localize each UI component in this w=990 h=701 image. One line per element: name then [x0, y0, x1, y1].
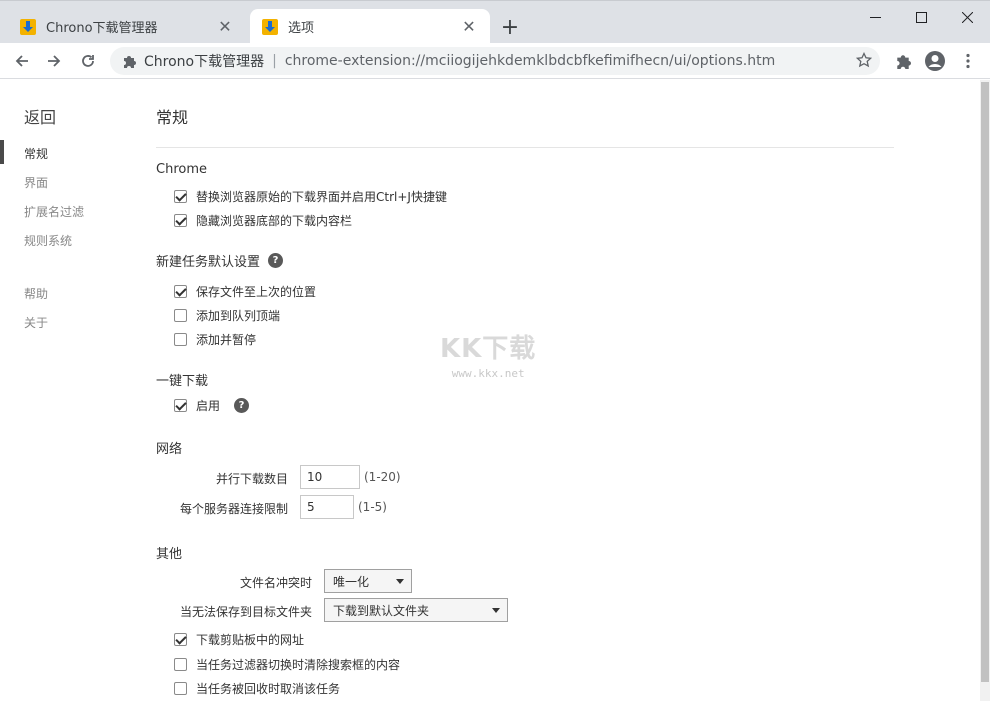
parallel-downloads-input[interactable]: [300, 465, 360, 489]
option-label: 隐藏浏览器底部的下载内容栏: [196, 214, 353, 228]
checkbox[interactable]: [174, 214, 187, 227]
checkbox[interactable]: [174, 399, 187, 412]
option-label: 添加并暂停: [196, 333, 257, 347]
help-icon[interactable]: ?: [268, 253, 284, 268]
parallel-downloads-label: 并行下载数目: [215, 472, 288, 486]
checkbox[interactable]: [174, 309, 187, 322]
filename-conflict-label: 文件名冲突时: [239, 576, 312, 590]
section-title: 新建任务默认设置: [156, 255, 261, 270]
site-label: Chrono下载管理器: [144, 54, 265, 70]
profile-avatar-icon[interactable]: [923, 49, 947, 73]
tab-title: 选项: [288, 21, 315, 36]
option-hide-download-shelf[interactable]: 隐藏浏览器底部的下载内容栏: [174, 212, 352, 229]
chevron-down-icon: [396, 579, 404, 584]
per-server-limit-input[interactable]: [300, 495, 354, 519]
divider: [156, 147, 894, 148]
section-title: 网络: [156, 442, 183, 457]
address-bar[interactable]: Chrono下载管理器 | chrome-extension://mciiogi…: [110, 47, 880, 75]
option-clear-search-on-filter[interactable]: 当任务过滤器切换时清除搜索框的内容: [174, 656, 400, 673]
url-text: chrome-extension://mciiogijehkdemklbdcbf…: [284, 53, 776, 69]
checkbox[interactable]: [174, 190, 187, 203]
sidebar-item-rules[interactable]: 规则系统: [24, 232, 72, 249]
back-arrow-icon[interactable]: [10, 49, 34, 73]
sidebar-item-help[interactable]: 帮助: [24, 285, 48, 302]
active-indicator: [0, 140, 4, 164]
per-server-range: (1-5): [358, 500, 387, 514]
checkbox[interactable]: [174, 682, 187, 695]
section-chrome-heading: Chrome: [156, 162, 207, 177]
close-icon[interactable]: ✕: [460, 17, 478, 36]
window-close-button[interactable]: [944, 1, 990, 33]
sidebar-item-extension-filter[interactable]: 扩展名过滤: [24, 203, 84, 220]
option-label: 添加到队列顶端: [196, 309, 281, 323]
chevron-down-icon: [492, 608, 500, 613]
scrollbar-thumb[interactable]: [981, 82, 989, 682]
download-arrow-icon: [262, 18, 278, 35]
page-title: 常规: [156, 108, 189, 127]
checkbox[interactable]: [174, 633, 187, 646]
watermark-logo: KK下载: [440, 334, 537, 364]
help-icon[interactable]: ?: [234, 398, 250, 413]
parallel-range: (1-20): [364, 470, 401, 484]
options-page: 返回 常规 界面 扩展名过滤 规则系统 帮助 关于 常规 Chrome 替换浏览…: [0, 80, 980, 701]
section-other-heading: 其他: [156, 543, 182, 562]
option-label: 下载剪贴板中的网址: [196, 633, 305, 647]
tab-chrono[interactable]: Chrono下载管理器 ✕: [8, 9, 246, 44]
checkbox[interactable]: [174, 658, 187, 671]
browser-toolbar: Chrono下载管理器 | chrome-extension://mciiogi…: [0, 43, 990, 79]
checkbox[interactable]: [174, 333, 187, 346]
option-label: 启用: [196, 399, 221, 413]
sidebar-item-general[interactable]: 常规: [24, 145, 48, 162]
filename-conflict-select[interactable]: 唯一化: [324, 569, 412, 593]
option-save-last-location[interactable]: 保存文件至上次的位置: [174, 283, 316, 300]
back-link[interactable]: 返回: [24, 104, 56, 128]
reload-icon[interactable]: [76, 49, 100, 73]
select-value: 唯一化: [333, 574, 370, 589]
section-title: 其他: [156, 547, 183, 562]
section-title: Chrome: [156, 162, 207, 177]
menu-dots-icon[interactable]: [956, 49, 980, 73]
option-add-and-pause[interactable]: 添加并暂停: [174, 331, 256, 348]
new-tab-button[interactable]: +: [498, 15, 522, 40]
option-cancel-on-recycle[interactable]: 当任务被回收时取消该任务: [174, 680, 340, 697]
watermark: KK下载 www.kkx.net: [440, 328, 536, 380]
select-value: 下载到默认文件夹: [333, 603, 430, 618]
per-server-limit-label: 每个服务器连接限制: [179, 502, 288, 516]
close-icon[interactable]: ✕: [216, 17, 234, 36]
star-icon[interactable]: [855, 51, 873, 72]
section-new-task-heading: 新建任务默认设置 ?: [156, 251, 284, 270]
section-network-heading: 网络: [156, 438, 182, 457]
extensions-icon[interactable]: [891, 49, 915, 73]
minimize-button[interactable]: [852, 1, 898, 33]
option-download-clipboard-url[interactable]: 下载剪贴板中的网址: [174, 631, 304, 648]
tab-strip: Chrono下载管理器 ✕ 选项 ✕ +: [0, 0, 990, 44]
section-title: 一键下载: [156, 374, 209, 389]
unsavable-select[interactable]: 下载到默认文件夹: [324, 598, 508, 622]
forward-arrow-icon[interactable]: [42, 49, 66, 73]
unsavable-label: 当无法保存到目标文件夹: [179, 605, 312, 619]
option-label: 当任务过滤器切换时清除搜索框的内容: [196, 658, 401, 672]
tab-title: Chrono下载管理器: [46, 21, 158, 36]
option-enable-one-click[interactable]: 启用 ?: [174, 397, 250, 414]
option-add-to-queue-top[interactable]: 添加到队列顶端: [174, 307, 280, 324]
option-label: 替换浏览器原始的下载界面并启用Ctrl+J快捷键: [196, 190, 447, 204]
option-label: 当任务被回收时取消该任务: [196, 682, 341, 696]
separator: |: [272, 53, 277, 69]
maximize-button[interactable]: [898, 1, 944, 33]
checkbox[interactable]: [174, 285, 187, 298]
section-one-click-heading: 一键下载: [156, 370, 208, 389]
watermark-url: www.kkx.net: [451, 367, 525, 380]
sidebar-item-about[interactable]: 关于: [24, 314, 48, 331]
vertical-scrollbar[interactable]: [980, 80, 990, 701]
option-label: 保存文件至上次的位置: [196, 285, 317, 299]
download-arrow-icon: [20, 18, 36, 35]
extension-puzzle-icon: [122, 54, 136, 68]
sidebar-item-interface[interactable]: 界面: [24, 174, 48, 191]
option-replace-download-ui[interactable]: 替换浏览器原始的下载界面并启用Ctrl+J快捷键: [174, 188, 447, 205]
tab-options[interactable]: 选项 ✕: [250, 9, 490, 44]
